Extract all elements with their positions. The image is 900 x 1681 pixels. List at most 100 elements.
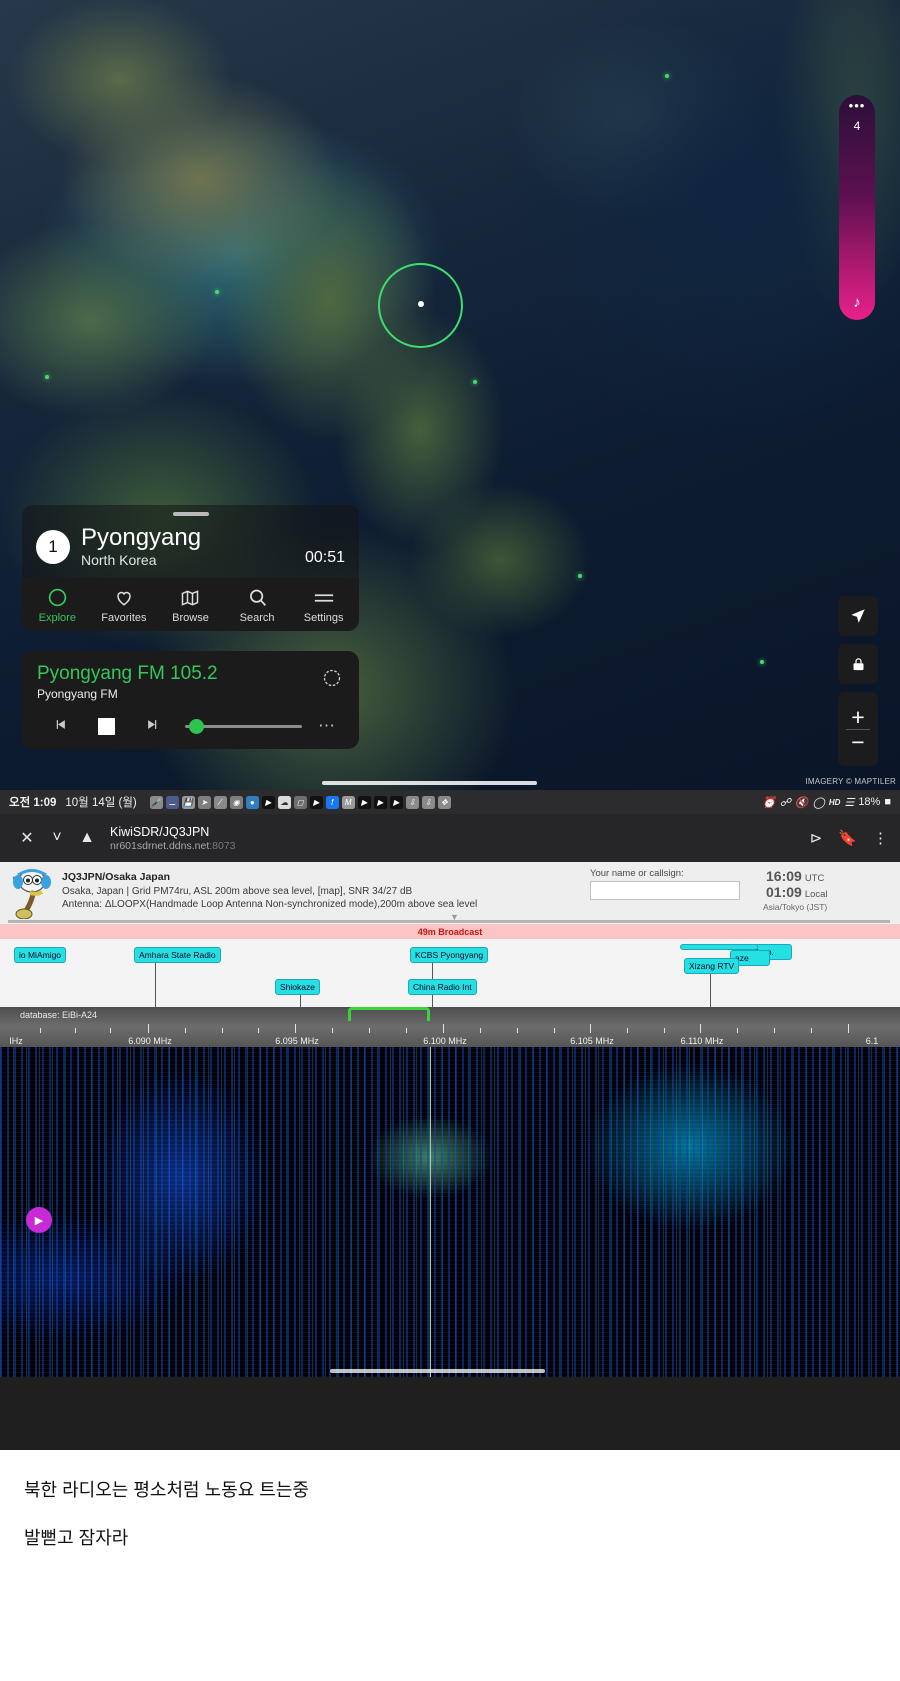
map-icon [157, 586, 224, 609]
tab-favorites[interactable]: Favorites [91, 586, 158, 624]
alarm-icon: ⏰ [762, 796, 776, 809]
map-controls[interactable]: + − [838, 596, 878, 766]
kiwisdr-screenshot-panel[interactable]: 오전 1:09 10월 14일 (월) 🎤 ⚊ 💾 ➤ ⁄ ◉ ● ▶ ☁ ◻ … [0, 790, 900, 1450]
home-indicator [322, 781, 537, 785]
tab-browse[interactable]: Browse [157, 586, 224, 624]
stop-icon[interactable] [83, 717, 129, 735]
station-labels-area[interactable]: io MiAmigo Amhara State Radio Shiokaze K… [0, 939, 900, 1007]
app-icon: ⚊ [165, 795, 179, 809]
zoom-in-button[interactable]: + [851, 705, 864, 728]
telegram-icon: ➤ [197, 795, 211, 809]
locate-icon [851, 609, 865, 623]
share-icon[interactable]: ⊳ [810, 829, 823, 847]
map-station-marker[interactable] [215, 290, 219, 294]
android-status-bar: 오전 1:09 10월 14일 (월) 🎤 ⚊ 💾 ➤ ⁄ ◉ ● ▶ ☁ ◻ … [0, 790, 900, 814]
kiwisdr-header: JQ3JPN/Osaka Japan Osaka, Japan | Grid P… [0, 862, 900, 924]
now-playing-player[interactable]: Pyongyang FM 105.2 Pyongyang FM ⋯ [22, 651, 359, 749]
tab-search[interactable]: Search [224, 586, 291, 624]
volume-slider[interactable] [185, 719, 302, 734]
tab-favorites-label: Favorites [101, 612, 147, 624]
tab-settings[interactable]: Settings [290, 586, 357, 624]
now-playing-subtitle: Pyongyang FM [37, 687, 118, 701]
skip-forward-icon[interactable] [129, 717, 175, 736]
station-tag[interactable]: io MiAmigo [14, 947, 67, 963]
download-icon: ⇩ [405, 795, 419, 809]
waterfall-noise [0, 1047, 900, 1377]
passband-indicator[interactable] [348, 1007, 430, 1021]
freq-tick-label: 6.105 MHz [570, 1036, 614, 1046]
skip-back-icon[interactable] [37, 717, 83, 736]
receiver-antenna-line: Antenna: ΔLOOPX(Handmade Loop Antenna No… [62, 899, 478, 910]
station-rank-badge: 1 [36, 530, 70, 564]
youtube-icon: ▶ [261, 795, 275, 809]
city-name: Pyongyang [81, 524, 202, 551]
receiver-location-line: Osaka, Japan | Grid PM74ru, ASL 200m abo… [62, 886, 413, 897]
bottom-tab-bar[interactable]: Explore Favorites Browse Search Settings [22, 578, 359, 631]
map-station-marker[interactable] [760, 660, 764, 664]
local-clock: 01:09 Local [763, 884, 888, 900]
hd-icon: HD [828, 797, 841, 807]
lock-button[interactable] [838, 644, 878, 684]
zoom-out-button[interactable]: − [851, 730, 864, 753]
player-controls[interactable]: ⋯ [37, 716, 344, 736]
sheet-grabber[interactable] [172, 512, 209, 516]
mute-icon: 🔇 [794, 796, 809, 809]
address-field[interactable]: KiwiSDR/JQ3JPN nr601sdrnet.ddns.net:8073 [110, 825, 810, 852]
station-tag[interactable]: China Radio Int [408, 979, 477, 995]
station-tag[interactable]: Shiokaze [275, 979, 320, 995]
facebook-icon: f [325, 795, 339, 809]
more-dots-icon[interactable]: ⋯ [310, 716, 344, 736]
station-tag[interactable]: KCBS Pyongyang [410, 947, 489, 963]
callsign-field-group[interactable]: Your name or callsign: [590, 868, 740, 900]
freq-tick-label: 6.095 MHz [275, 1036, 319, 1046]
freq-tick-label: IHz [9, 1036, 23, 1046]
waterfall-display[interactable]: ▶ [0, 1047, 900, 1377]
pill-count: 4 [853, 119, 861, 133]
system-status-icons: ⏰ ☍ 🔇 ◯ HD ☰ 18% ■ [762, 796, 891, 809]
tab-search-label: Search [239, 612, 275, 624]
station-info-sheet[interactable]: 1 Pyongyang North Korea 00:51 Explore Fa… [22, 505, 359, 631]
music-note-icon: ♪ [853, 294, 861, 311]
waterfall-scrollbar[interactable] [330, 1369, 545, 1373]
frequency-scale[interactable]: database: EiBi-A24 IHz 6.090 MHz 6.095 M… [0, 1007, 900, 1047]
radio-app-icon: ● [245, 795, 259, 809]
radio-map-panel[interactable]: ••• 4 ♪ + − IMAGERY © MAPTILER 1 Pyongya… [0, 0, 900, 790]
station-tag[interactable]: Xizang RTV [684, 958, 740, 974]
browser-actions[interactable]: ⊳ 🔖 ⋮ [810, 829, 888, 847]
bookmark-icon[interactable]: 🔖 [838, 829, 857, 847]
caption-line-1: 북한 라디오는 평소처럼 노동요 트는중 [24, 1480, 309, 1500]
status-date: 10월 14일 (월) [65, 797, 137, 809]
lock-icon [853, 657, 863, 670]
overflow-menu-icon[interactable]: ⋮ [873, 829, 888, 847]
camera-icon: ◻ [293, 795, 307, 809]
menu-icon [290, 586, 357, 609]
tab-explore[interactable]: Explore [24, 586, 91, 624]
zoom-controls[interactable]: + − [838, 692, 878, 766]
chevron-down-icon[interactable]: ˅ [42, 829, 72, 847]
locate-button[interactable] [838, 596, 878, 636]
map-station-marker[interactable] [45, 375, 49, 379]
close-icon[interactable]: ✕ [12, 828, 42, 848]
station-tag[interactable]: Amhara State Radio [134, 947, 221, 963]
station-count-pill[interactable]: ••• 4 ♪ [839, 95, 875, 320]
play-icon[interactable]: ▶ [26, 1207, 52, 1233]
utc-label: UTC [804, 873, 825, 884]
header-scrollbar[interactable] [8, 920, 890, 923]
browser-toolbar[interactable]: ✕ ˅ ▲ KiwiSDR/JQ3JPN nr601sdrnet.ddns.ne… [0, 814, 900, 862]
now-playing-title: Pyongyang FM 105.2 [37, 663, 218, 684]
receiver-info: JQ3JPN/Osaka Japan Osaka, Japan | Grid P… [62, 867, 477, 924]
station-tag-empty[interactable] [680, 944, 758, 950]
callsign-input[interactable] [590, 881, 740, 900]
tab-browse-label: Browse [172, 612, 209, 624]
map-station-marker[interactable] [473, 380, 477, 384]
volume-knob[interactable] [189, 719, 204, 734]
caption-line-2: 발뻗고 잠자라 [24, 1528, 129, 1548]
warning-triangle-icon[interactable]: ▲ [72, 829, 102, 847]
station-stem [300, 995, 301, 1007]
map-station-marker[interactable] [665, 74, 669, 78]
band-banner: 49m Broadcast [0, 924, 900, 939]
circle-icon [24, 586, 91, 609]
map-station-marker[interactable] [578, 574, 582, 578]
history-clock-icon[interactable] [322, 668, 342, 693]
tab-explore-label: Explore [38, 612, 76, 624]
